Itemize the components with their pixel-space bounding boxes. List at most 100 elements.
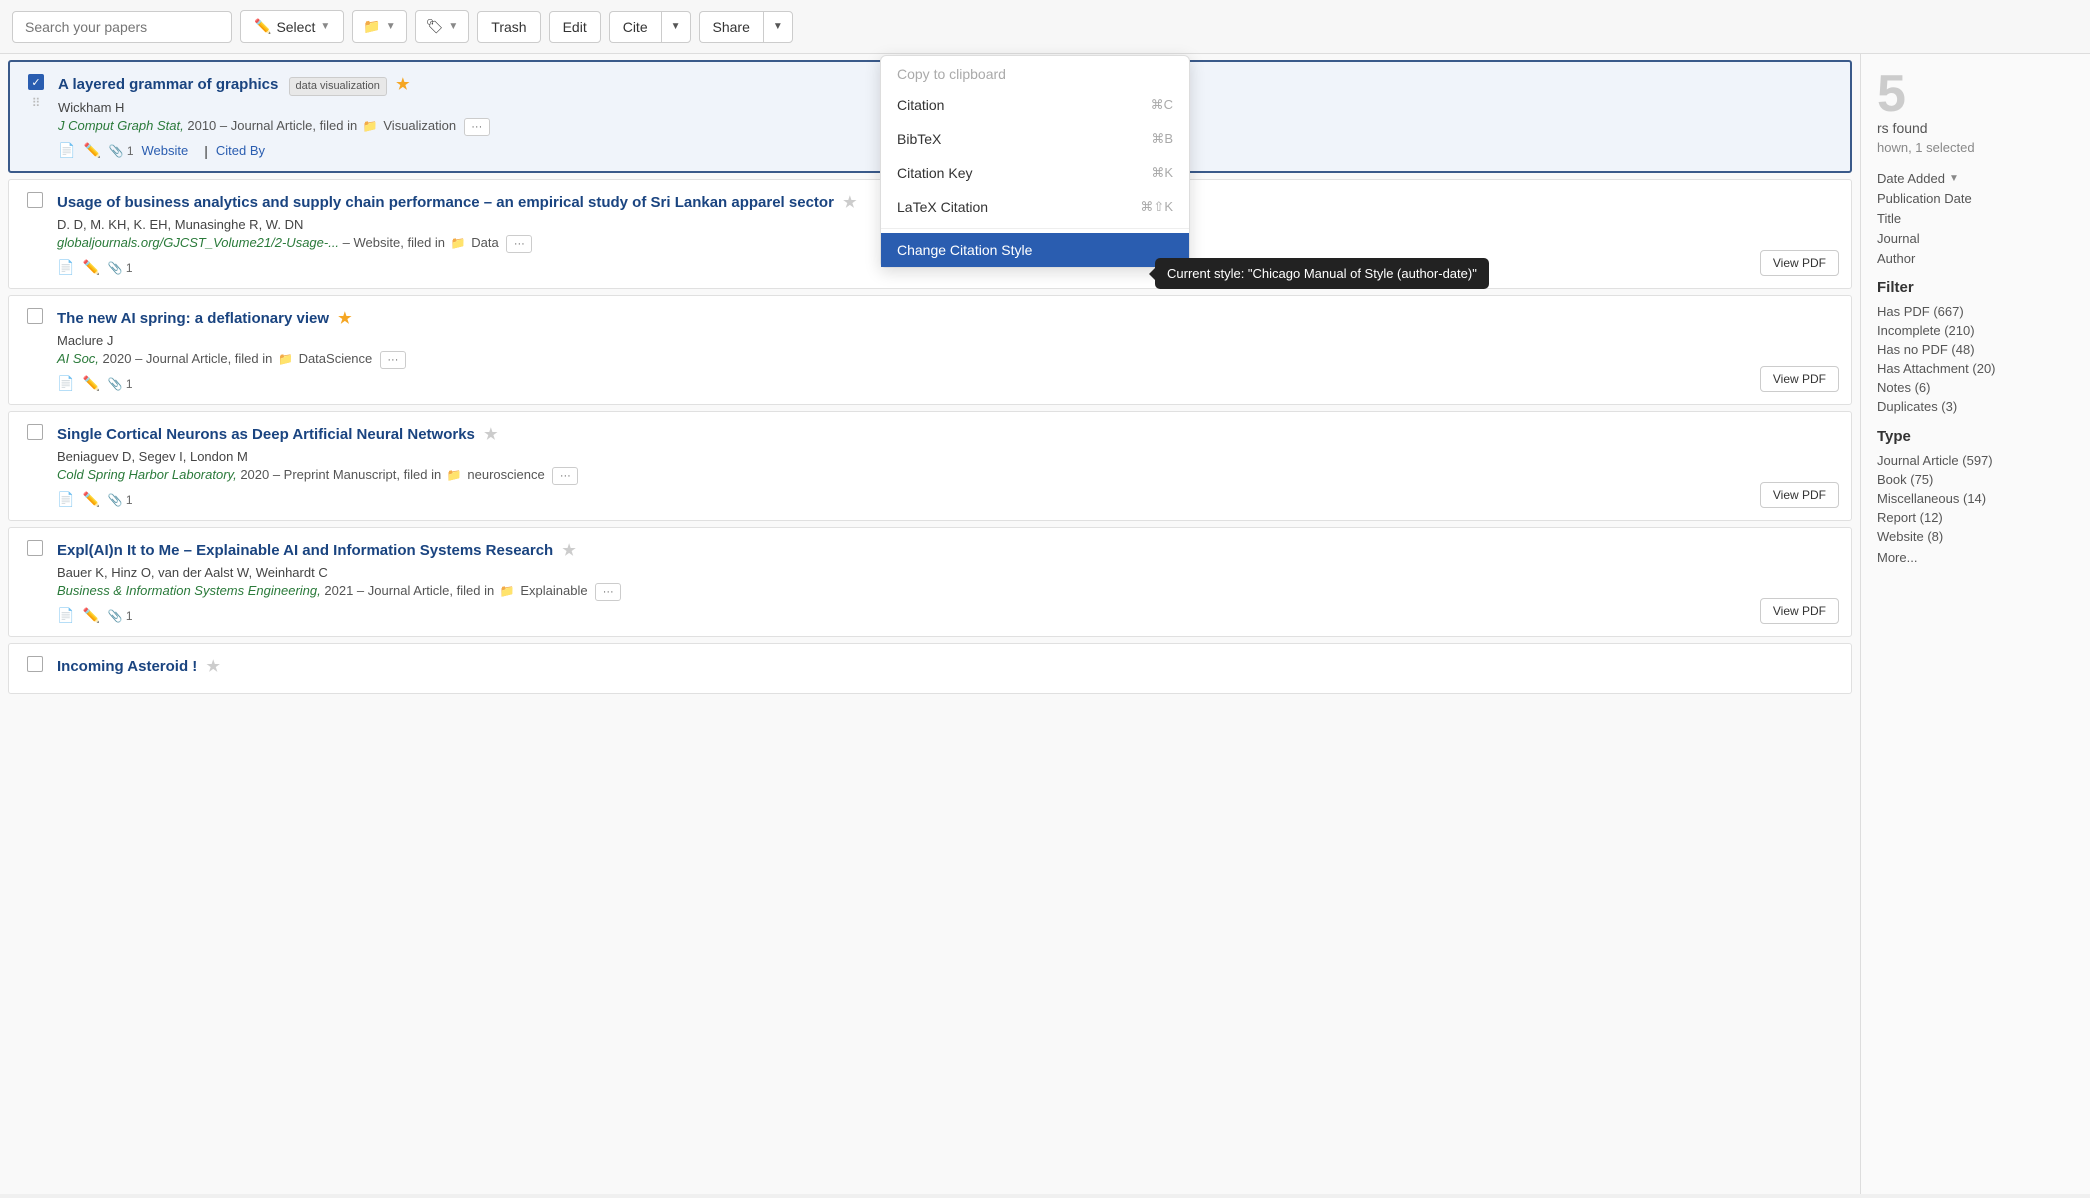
cite-main-button[interactable]: Cite [609,11,661,43]
type-title: Type [1877,428,2074,445]
notes-icon[interactable]: 📄 [58,142,75,159]
filter-has-pdf[interactable]: Has PDF (667) [1877,302,2074,321]
dropdown-divider [881,228,1189,229]
sort-options: Publication Date Title Journal Author [1877,190,2074,267]
view-pdf-button[interactable]: View PDF [1760,598,1839,624]
bibtex-item[interactable]: BibTeX ⌘B [881,122,1189,156]
paperclip-icon: 📎 [108,609,123,623]
attachment-badge: 📎 1 [108,609,133,623]
sort-label[interactable]: Date Added ▼ [1877,171,2074,186]
paper-checkbox[interactable] [27,308,43,324]
folder-button[interactable]: 📁 ▼ [352,10,406,43]
cite-arrow-button[interactable]: ▼ [661,11,691,43]
tag-button[interactable]: 🏷 ▼ [415,10,470,43]
cite-dropdown-menu: Copy to clipboard Citation ⌘C BibTeX ⌘B … [880,55,1190,268]
edit-icon[interactable]: ✏️ [82,607,99,624]
edit-icon[interactable]: ✏️ [82,375,99,392]
sort-author[interactable]: Author [1877,250,2074,267]
paper-item: Single Cortical Neurons as Deep Artifici… [8,411,1852,521]
cited-by-link[interactable]: Cited By [216,143,265,158]
paper-checkbox[interactable]: ✓ [28,74,44,90]
edit-icon[interactable]: ✏️ [83,142,100,159]
folder-icon: 📁 [451,236,466,250]
more-button[interactable]: ··· [595,583,621,601]
edit-icon[interactable]: ✏️ [82,491,99,508]
edit-icon: ✏️ [254,18,271,35]
star-icon[interactable]: ★ [206,658,219,675]
paper-checkbox[interactable] [27,540,43,556]
attachment-badge: 📎 1 [108,377,133,391]
notes-icon[interactable]: 📄 [57,259,74,276]
latex-citation-item[interactable]: LaTeX Citation ⌘⇧K [881,190,1189,224]
more-types-link[interactable]: More... [1877,550,2074,565]
checkbox-area [23,192,47,208]
select-button[interactable]: ✏️ Select ▼ [240,10,344,43]
edit-icon[interactable]: ✏️ [82,259,99,276]
paperclip-icon: 📎 [108,261,123,275]
paper-source: Business & Information Systems Engineeri… [57,583,1837,601]
view-pdf-button[interactable]: View PDF [1760,366,1839,392]
sort-publication-date[interactable]: Publication Date [1877,190,2074,207]
sort-journal[interactable]: Journal [1877,230,2074,247]
star-icon[interactable]: ★ [562,542,575,559]
notes-icon[interactable]: 📄 [57,375,74,392]
more-button[interactable]: ··· [506,235,532,253]
trash-button[interactable]: Trash [477,11,540,43]
star-icon[interactable]: ★ [338,310,351,327]
citation-key-item[interactable]: Citation Key ⌘K [881,156,1189,190]
cite-group: Cite ▼ [609,11,691,43]
paper-authors: Beniaguev D, Segev I, London M [57,449,1837,464]
filter-title: Filter [1877,279,2074,296]
type-website[interactable]: Website (8) [1877,527,2074,546]
paper-checkbox[interactable] [27,192,43,208]
citation-style-tooltip: Current style: "Chicago Manual of Style … [1155,258,1489,289]
type-miscellaneous[interactable]: Miscellaneous (14) [1877,489,2074,508]
filter-incomplete[interactable]: Incomplete (210) [1877,321,2074,340]
sort-title[interactable]: Title [1877,210,2074,227]
share-main-button[interactable]: Share [699,11,763,43]
notes-icon[interactable]: 📄 [57,607,74,624]
type-report[interactable]: Report (12) [1877,508,2074,527]
type-journal-article[interactable]: Journal Article (597) [1877,451,2074,470]
paper-actions: 📄 ✏️ 📎 1 [57,607,1837,624]
filter-notes[interactable]: Notes (6) [1877,378,2074,397]
citation-item[interactable]: Citation ⌘C [881,88,1189,122]
attachment-badge: 📎 1 [109,144,134,158]
search-input[interactable] [12,11,232,43]
view-pdf-button[interactable]: View PDF [1760,482,1839,508]
type-book[interactable]: Book (75) [1877,470,2074,489]
paper-count: 5 [1877,68,1906,120]
attachment-badge: 📎 1 [108,261,133,275]
change-citation-style-item[interactable]: Change Citation Style [881,233,1189,267]
paper-checkbox[interactable] [27,424,43,440]
notes-icon[interactable]: 📄 [57,491,74,508]
star-icon[interactable]: ★ [396,76,409,93]
filter-duplicates[interactable]: Duplicates (3) [1877,397,2074,416]
paper-source: AI Soc, 2020 – Journal Article, filed in… [57,351,1837,369]
folder-icon: 📁 [447,468,462,482]
view-pdf-button[interactable]: View PDF [1760,250,1839,276]
folder-caret: ▼ [386,21,396,32]
star-icon[interactable]: ★ [843,194,856,211]
filter-no-pdf[interactable]: Has no PDF (48) [1877,340,2074,359]
website-link[interactable]: Website [142,143,189,158]
paper-authors: Bauer K, Hinz O, van der Aalst W, Weinha… [57,565,1837,580]
filter-attachment[interactable]: Has Attachment (20) [1877,359,2074,378]
share-arrow-button[interactable]: ▼ [763,11,793,43]
select-caret: ▼ [320,21,330,32]
more-button[interactable]: ··· [464,118,490,136]
paper-actions: 📄 ✏️ 📎 1 [57,375,1837,392]
more-button[interactable]: ··· [552,467,578,485]
edit-button[interactable]: Edit [549,11,601,43]
paper-checkbox[interactable] [27,656,43,672]
drag-handle[interactable]: ⠿ [32,96,41,110]
paper-title: Single Cortical Neurons as Deep Artifici… [57,424,1837,445]
folder-icon: 📁 [278,352,293,366]
more-button[interactable]: ··· [380,351,406,369]
paper-tag: data visualization [289,77,387,96]
star-icon[interactable]: ★ [484,426,497,443]
folder-icon: 📁 [363,119,378,133]
paper-content: Incoming Asteroid ! ★ [57,656,1837,681]
paper-content: Expl(AI)n It to Me – Explainable AI and … [57,540,1837,624]
share-group: Share ▼ [699,11,793,43]
